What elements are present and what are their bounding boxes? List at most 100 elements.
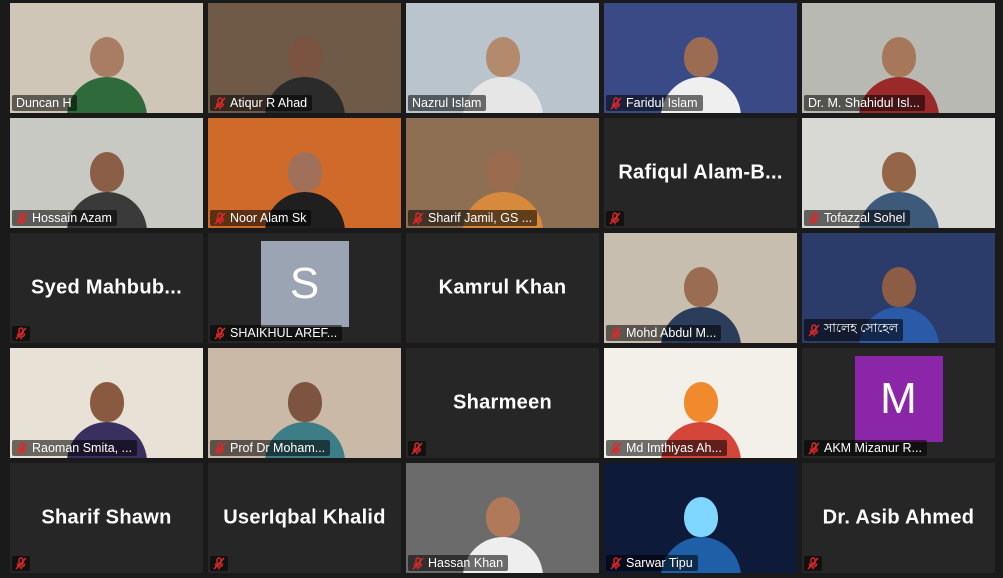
participant-display-name: Sharif Shawn [41,506,172,529]
participant-name-label [408,441,426,456]
silhouette-head [683,37,718,77]
participant-name: Duncan H [16,96,72,110]
mic-muted-icon [808,323,820,337]
participant-tile[interactable]: Raoman Smita, ... [10,348,203,458]
participant-tile[interactable]: Mohd Abdul M... [604,233,797,343]
avatar: S [260,241,349,327]
silhouette-head [881,37,916,77]
participant-tile[interactable]: M AKM Mizanur R... [802,348,995,458]
silhouette-head [287,37,322,77]
participant-name-label: Hassan Khan [408,555,509,571]
participant-name: Atiqur R Ahad [230,96,308,110]
participant-name-label: Raoman Smita, ... [12,440,138,456]
participant-tile[interactable]: Dr. M. Shahidul Isl... [802,3,995,113]
avatar: M [854,356,943,442]
participant-name-label: Atiqur R Ahad [210,95,313,111]
mic-muted-icon [610,556,622,570]
silhouette-head [89,37,124,77]
mic-muted-icon [808,441,820,455]
participant-name-label [12,326,30,341]
silhouette-head [485,37,520,77]
participant-tile[interactable]: Rafiqul Alam-B... [604,118,797,228]
participant-name: Sarwar Tipu [626,556,693,570]
mic-muted-icon [610,326,622,340]
participant-name-label: SHAIKHUL AREF... [210,325,343,341]
silhouette-head [881,267,916,307]
mic-muted-icon [15,557,27,570]
mic-muted-icon [609,212,621,225]
participant-name: Hossain Azam [32,211,112,225]
participant-tile[interactable]: Sharif Shawn [10,463,203,573]
participant-tile[interactable]: S SHAIKHUL AREF... [208,233,401,343]
participant-tile[interactable]: Tofazzal Sohel [802,118,995,228]
silhouette-head [287,382,322,422]
participant-name: Hassan Khan [428,556,504,570]
participant-tile[interactable]: Noor Alam Sk [208,118,401,228]
participant-tile[interactable]: Syed Mahbub... [10,233,203,343]
participant-name: SHAIKHUL AREF... [230,326,338,340]
mic-muted-icon [214,326,226,340]
participant-tile[interactable]: Faridul Islam [604,3,797,113]
silhouette-head [89,152,124,192]
participant-tile[interactable]: Nazrul Islam [406,3,599,113]
participant-tile[interactable]: Hassan Khan [406,463,599,573]
participant-name-label: সালেহ সোহেল [804,319,904,341]
mic-muted-icon [412,211,424,225]
participant-display-name: Rafiqul Alam-B... [618,161,783,184]
participant-name-label: AKM Mizanur R... [804,440,927,456]
participant-tile[interactable]: Sharif Jamil, GS ... [406,118,599,228]
participant-name-label: Tofazzal Sohel [804,210,911,226]
participant-name-label: Sharif Jamil, GS ... [408,210,538,226]
silhouette-head [485,497,520,537]
participant-display-name: Syed Mahbub... [31,276,182,299]
mic-muted-icon [214,211,226,225]
participant-tile[interactable]: সালেহ সোহেল [802,233,995,343]
mic-muted-icon [213,557,225,570]
mic-muted-icon [15,327,27,340]
participant-tile[interactable]: Prof Dr Moham... [208,348,401,458]
participant-name-label: Noor Alam Sk [210,210,312,226]
mic-muted-icon [807,557,819,570]
participant-tile[interactable]: Atiqur R Ahad [208,3,401,113]
participant-display-name: UserIqbal Khalid [223,506,386,529]
participant-name-label: Hossain Azam [12,210,117,226]
mic-muted-icon [610,441,622,455]
silhouette-head [287,152,322,192]
participant-name: Mohd Abdul M... [626,326,717,340]
participant-name-label [210,556,228,571]
participant-tile[interactable]: Duncan H [10,3,203,113]
participant-tile[interactable]: Hossain Azam [10,118,203,228]
silhouette-head [683,497,718,537]
mic-muted-icon [411,442,423,455]
participant-tile[interactable]: UserIqbal Khalid [208,463,401,573]
participant-name-label: Prof Dr Moham... [210,440,331,456]
mic-muted-icon [610,96,622,110]
participant-silhouette [66,33,147,113]
participant-name: Sharif Jamil, GS ... [428,211,533,225]
participant-display-name: Sharmeen [452,391,553,414]
silhouette-head [485,152,520,192]
participant-tile[interactable]: Kamrul Khan [406,233,599,343]
participant-name-label: Sarwar Tipu [606,555,698,571]
participant-name-label: Dr. M. Shahidul Isl... [804,95,925,111]
silhouette-head [881,152,916,192]
participant-tile[interactable]: Dr. Asib Ahmed [802,463,995,573]
participant-gallery: Duncan H Atiqur R Ahad Nazrul Islam Faridul… [10,3,998,573]
participant-tile[interactable]: Md Imthiyas Ah... [604,348,797,458]
participant-name: Prof Dr Moham... [230,441,326,455]
participant-name-label: Md Imthiyas Ah... [606,440,727,456]
participant-tile[interactable]: Sarwar Tipu [604,463,797,573]
silhouette-head [89,382,124,422]
mic-muted-icon [16,441,28,455]
mic-muted-icon [214,96,226,110]
participant-name: Raoman Smita, ... [32,441,133,455]
mic-muted-icon [412,556,424,570]
participant-name-label [606,211,624,226]
participant-name-label: Mohd Abdul M... [606,325,722,341]
participant-tile[interactable]: Sharmeen [406,348,599,458]
silhouette-body [66,77,147,113]
mic-muted-icon [16,211,28,225]
mic-muted-icon [214,441,226,455]
silhouette-head [683,382,718,422]
participant-name: Tofazzal Sohel [824,211,906,225]
